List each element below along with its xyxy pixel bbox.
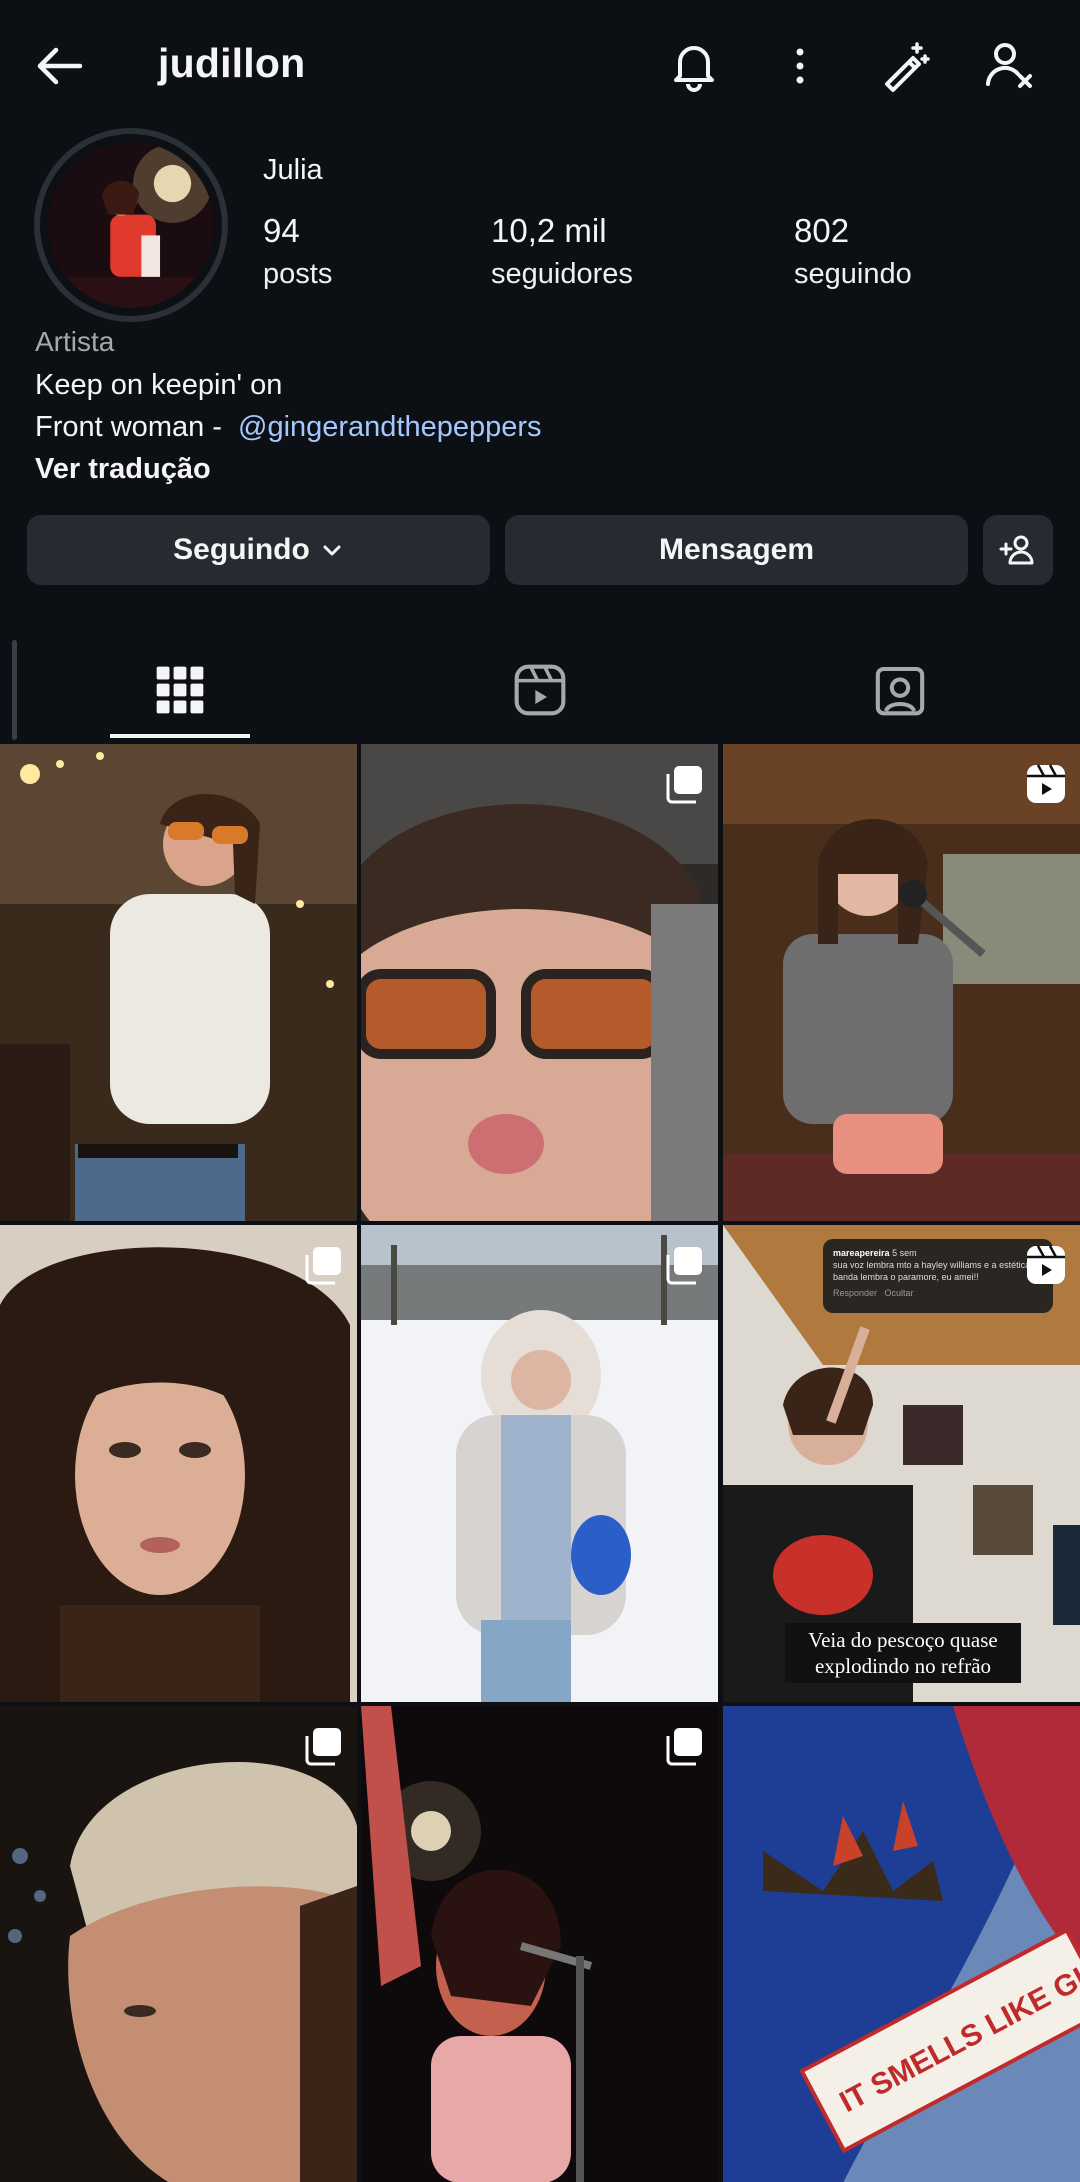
following-label: seguindo bbox=[794, 258, 912, 290]
comment-user: mareapereira bbox=[833, 1248, 890, 1258]
post-thumbnail-8[interactable] bbox=[361, 1706, 718, 2182]
carousel-icon bbox=[662, 762, 706, 806]
video-caption: Veia do pescoço quase explodindo no refr… bbox=[785, 1623, 1021, 1683]
avatar-image bbox=[48, 142, 214, 308]
grid-tab[interactable] bbox=[0, 640, 360, 740]
post-thumbnail-2[interactable] bbox=[361, 744, 718, 1221]
following-stat[interactable]: 802 seguindo bbox=[794, 212, 912, 291]
carousel-icon bbox=[662, 1724, 706, 1768]
posts-count: 94 bbox=[263, 212, 300, 249]
post-thumbnail-5[interactable] bbox=[361, 1225, 718, 1702]
post-thumbnail-6[interactable]: mareapereira 5 sem sua voz lembra mto a … bbox=[723, 1225, 1080, 1702]
active-tab-indicator bbox=[110, 734, 250, 738]
tagged-icon bbox=[875, 666, 925, 716]
message-button[interactable]: Mensagem bbox=[505, 515, 968, 585]
more-vertical-icon[interactable] bbox=[768, 34, 832, 98]
reels-icon bbox=[514, 664, 566, 716]
posts-stat[interactable]: 94 posts bbox=[263, 212, 332, 291]
bio-line-2: Front woman - @gingerandthepeppers bbox=[35, 411, 542, 444]
following-button-label: Seguindo bbox=[173, 533, 310, 566]
bio-line-1: Keep on keepin' on bbox=[35, 369, 283, 401]
post-image bbox=[361, 744, 718, 1221]
chevron-down-icon bbox=[323, 545, 341, 556]
following-button[interactable]: Seguindo bbox=[27, 515, 490, 585]
posts-label: posts bbox=[263, 258, 333, 290]
reels-icon bbox=[1024, 1243, 1068, 1287]
bio-mention-link[interactable]: @gingerandthepeppers bbox=[238, 411, 542, 443]
bell-icon[interactable] bbox=[662, 34, 726, 98]
profile-username: judillon bbox=[158, 40, 306, 86]
suggest-users-button[interactable] bbox=[983, 515, 1053, 585]
back-arrow-icon[interactable] bbox=[28, 34, 92, 98]
see-translation-link[interactable]: Ver tradução bbox=[35, 453, 211, 486]
post-thumbnail-7[interactable] bbox=[0, 1706, 357, 2182]
comment-time: 5 sem bbox=[892, 1248, 917, 1258]
magic-wand-icon[interactable] bbox=[873, 34, 937, 98]
message-button-label: Mensagem bbox=[658, 533, 815, 566]
remove-user-icon[interactable] bbox=[978, 34, 1042, 98]
post-image bbox=[361, 1706, 718, 2182]
profile-screen: judillon Julia 94 posts 10,2 mil seguido… bbox=[0, 0, 1080, 2182]
followers-label: seguidores bbox=[491, 258, 633, 290]
post-image bbox=[723, 744, 1080, 1221]
post-image bbox=[0, 1706, 357, 2182]
post-image: IT SMELLS LIKE GINGER bbox=[723, 1706, 1080, 2182]
post-thumbnail-3[interactable] bbox=[723, 744, 1080, 1221]
post-thumbnail-1[interactable] bbox=[0, 744, 357, 1221]
carousel-icon bbox=[301, 1243, 345, 1287]
top-bar: judillon bbox=[0, 0, 1080, 132]
carousel-icon bbox=[301, 1724, 345, 1768]
reels-icon bbox=[1024, 762, 1068, 806]
comment-text: sua voz lembra mto a hayley williams e a… bbox=[833, 1260, 1043, 1282]
comment-hide: Ocultar bbox=[884, 1288, 914, 1298]
followers-stat[interactable]: 10,2 mil seguidores bbox=[491, 212, 633, 291]
post-image bbox=[0, 1225, 357, 1702]
followers-count: 10,2 mil bbox=[491, 212, 607, 249]
comment-overlay: mareapereira 5 sem sua voz lembra mto a … bbox=[823, 1239, 1053, 1313]
profile-category: Artista bbox=[35, 326, 115, 357]
carousel-icon bbox=[662, 1243, 706, 1287]
add-user-icon bbox=[999, 535, 1034, 565]
post-image bbox=[0, 744, 357, 1221]
tagged-tab[interactable] bbox=[720, 640, 1080, 740]
posts-grid: mareapereira 5 sem sua voz lembra mto a … bbox=[0, 744, 1080, 2182]
grid-icon bbox=[156, 666, 204, 714]
profile-tabs bbox=[0, 640, 1080, 740]
avatar[interactable] bbox=[34, 128, 228, 322]
reels-tab[interactable] bbox=[360, 640, 720, 740]
bio-prefix: Front woman - bbox=[35, 411, 230, 443]
post-thumbnail-9[interactable]: IT SMELLS LIKE GINGER bbox=[723, 1706, 1080, 2182]
post-image bbox=[361, 1225, 718, 1702]
comment-reply: Responder bbox=[833, 1288, 878, 1298]
post-thumbnail-4[interactable] bbox=[0, 1225, 357, 1702]
profile-name: Julia bbox=[263, 154, 323, 186]
following-count: 802 bbox=[794, 212, 850, 249]
